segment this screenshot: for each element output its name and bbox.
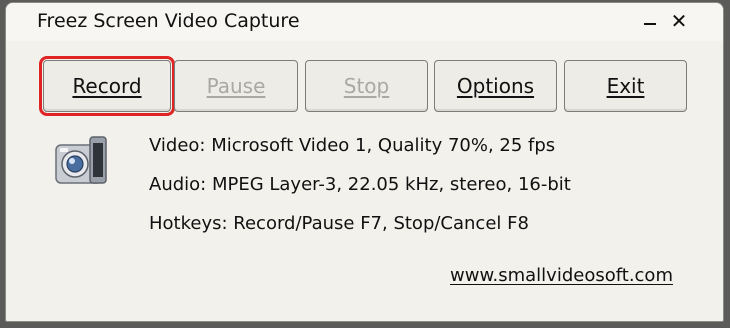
camera-icon bbox=[55, 136, 107, 184]
video-settings-text: Video: Microsoft Video 1, Quality 70%, 2… bbox=[149, 135, 556, 156]
title-bar[interactable]: Freez Screen Video Capture ✕ bbox=[6, 3, 723, 41]
website-link[interactable]: www.smallvideosoft.com bbox=[450, 265, 673, 286]
stop-button-label: Stop bbox=[343, 74, 390, 98]
pause-button[interactable]: Pause bbox=[174, 60, 298, 112]
exit-button[interactable]: Exit bbox=[564, 60, 687, 112]
app-window: Freez Screen Video Capture ✕ Record Paus… bbox=[5, 2, 724, 322]
options-button[interactable]: Options bbox=[434, 60, 557, 112]
record-button[interactable]: Record bbox=[39, 56, 175, 116]
window-title: Freez Screen Video Capture bbox=[37, 10, 300, 32]
minimize-icon[interactable] bbox=[638, 9, 662, 33]
close-icon[interactable]: ✕ bbox=[667, 9, 691, 33]
audio-settings-text: Audio: MPEG Layer-3, 22.05 kHz, stereo, … bbox=[149, 174, 571, 195]
pause-button-label: Pause bbox=[206, 74, 266, 98]
hotkeys-text: Hotkeys: Record/Pause F7, Stop/Cancel F8 bbox=[149, 213, 529, 234]
options-button-label: Options bbox=[456, 74, 535, 98]
record-button-label: Record bbox=[72, 74, 142, 98]
stop-button[interactable]: Stop bbox=[305, 60, 428, 112]
exit-button-label: Exit bbox=[606, 74, 645, 98]
